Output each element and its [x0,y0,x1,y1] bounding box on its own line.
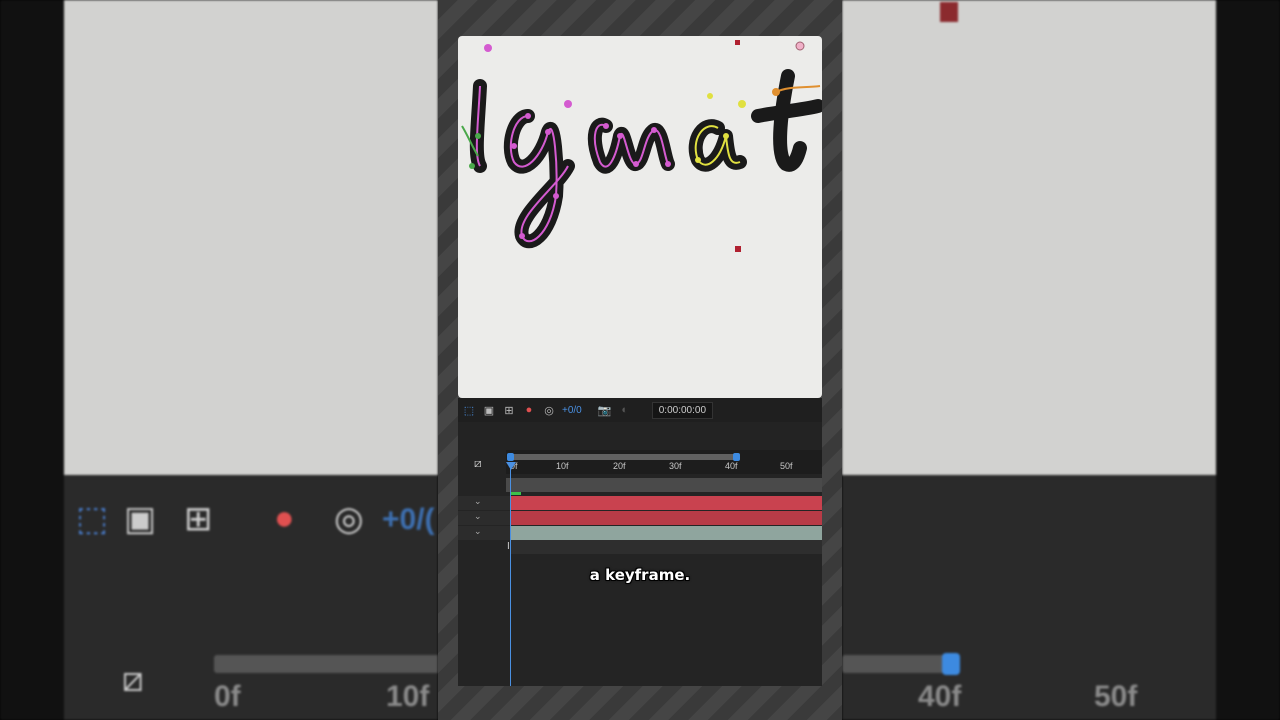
tick-label: 10f [556,461,569,471]
background-tick-0: 0f [214,680,241,713]
chevron-down-icon[interactable]: ⌄ [474,526,482,537]
background-work-area [842,655,954,673]
layer-bar[interactable] [511,511,822,525]
layer-controls: ⌄ [458,526,511,540]
background-timeline: ⬚ ▣ ⊞ ● ◎ +0/( ⧄ 0f 10f [64,475,438,720]
signature-artwork [461,40,822,252]
tick-label: 30f [669,461,682,471]
region-of-interest-icon: ⬚ [76,500,109,538]
work-area-end-handle[interactable] [733,453,740,461]
background-timeline: 40f 50f [842,475,1216,720]
layer-bar[interactable] [511,526,822,540]
playhead-handle[interactable] [506,462,516,470]
transparency-grid-icon: ▣ [124,500,157,538]
time-ruler[interactable]: 0f 10f 20f 30f 40f 50f [506,450,822,474]
tick-label: 20f [613,461,626,471]
timeline-header [458,422,822,450]
layer-controls: ⌄ [458,511,511,525]
transparency-grid-icon[interactable]: ▣ [482,403,496,417]
background-tick-50: 50f [1094,680,1138,713]
background-left-panel: ⬚ ▣ ⊞ ● ◎ +0/( ⧄ 0f 10f [0,0,438,720]
work-area-bar[interactable] [508,454,738,460]
background-canvas [842,0,1216,475]
viewer-toolbar: ⬚ ▣ ⊞ ● ◎ +0/0 📷 ◐ 0:00:00:00 [458,398,822,422]
video-frame: ⬚ ▣ ⊞ ● ◎ +0/0 📷 ◐ 0:00:00:00 ⧄ 0f 10f 2… [438,0,842,720]
background-work-area [214,655,438,673]
layer-row[interactable] [511,540,822,554]
chevron-down-icon[interactable]: ⌄ [474,511,482,522]
keyframe-indicator [511,492,521,495]
background-exposure-label: +0/( [382,503,435,536]
channel-icon: ● [274,499,295,537]
composition-viewer[interactable] [458,36,822,398]
chevron-down-icon[interactable]: ⌄ [474,496,482,507]
layer-bar[interactable] [511,496,822,510]
guides-icon: ⊞ [184,500,213,538]
text-cursor-icon: I [507,541,510,552]
layer-controls: ⌄ [458,496,511,510]
background-canvas [64,0,438,475]
tick-label: 40f [725,461,738,471]
exposure-icon: ◎ [334,500,364,538]
caption-text: a keyframe. [589,566,691,584]
guides-icon[interactable]: ⊞ [502,403,516,417]
comp-marker-icon: ⧄ [122,661,144,699]
background-tick-40: 40f [918,680,962,713]
region-of-interest-icon[interactable]: ⬚ [462,403,476,417]
background-tick-10: 10f [386,680,430,713]
background-work-area-handle [942,653,960,675]
background-marker [940,2,958,22]
show-snapshot-icon[interactable]: ◐ [618,403,632,417]
comp-marker-icon[interactable]: ⧄ [474,456,482,471]
current-timecode[interactable]: 0:00:00:00 [651,401,714,419]
work-area-start-handle[interactable] [507,453,514,461]
exposure-value[interactable]: +0/0 [562,405,582,416]
channel-icon[interactable]: ● [522,403,536,417]
snapshot-icon[interactable]: 📷 [598,403,612,417]
background-right-panel: 40f 50f [842,0,1280,720]
exposure-icon[interactable]: ◎ [542,403,556,417]
layer-row[interactable] [506,478,822,492]
timeline-panel: ⬚ ▣ ⊞ ● ◎ +0/0 📷 ◐ 0:00:00:00 ⧄ 0f 10f 2… [458,398,822,686]
tick-label: 50f [780,461,793,471]
